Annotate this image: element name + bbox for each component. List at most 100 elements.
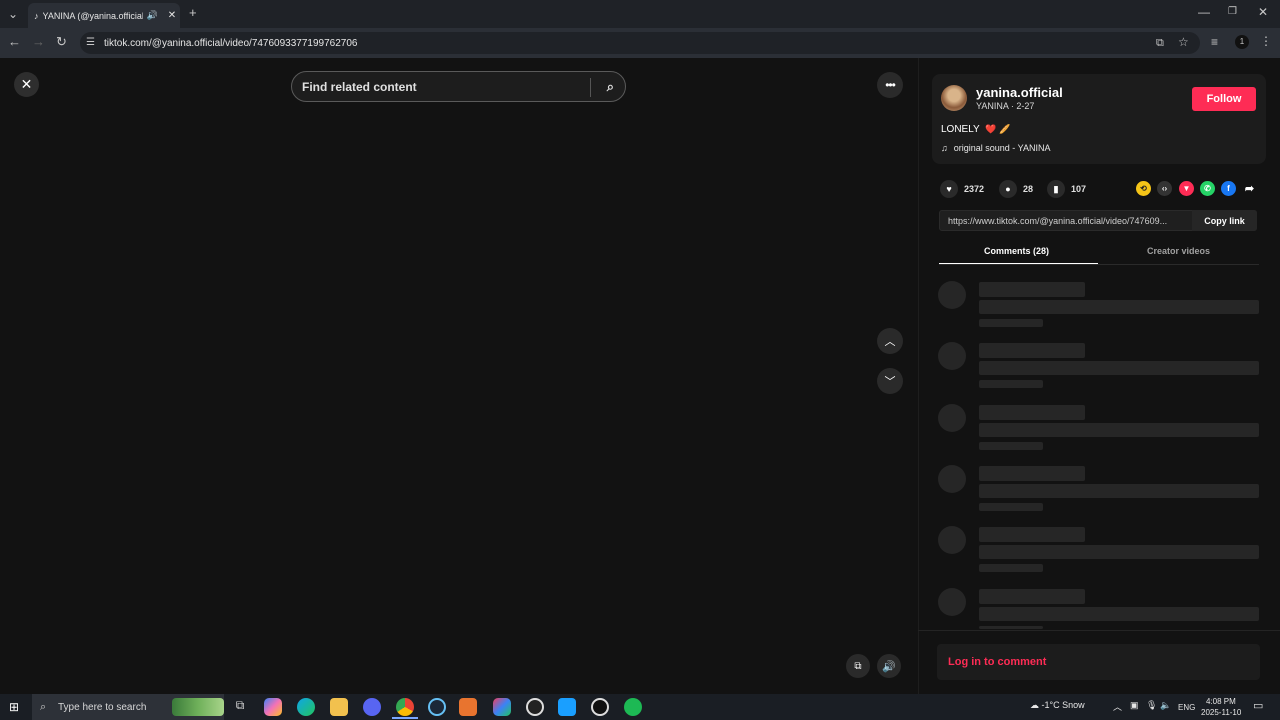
tab-audio-icon[interactable]: 🔊 — [147, 10, 158, 21]
previous-video-button[interactable]: ︿ — [877, 328, 903, 354]
tray-overflow-icon[interactable]: ︿ — [1113, 700, 1122, 713]
back-icon[interactable]: ← — [8, 35, 21, 48]
tab-close-icon[interactable]: ✕ — [168, 10, 176, 21]
close-icon: ✕ — [20, 76, 33, 92]
heart-icon[interactable]: ♥ — [940, 180, 958, 198]
steam-icon[interactable] — [428, 698, 446, 716]
login-to-comment-button[interactable]: Log in to comment — [937, 644, 1260, 680]
bookmark-star-icon[interactable]: ☆ — [1178, 36, 1189, 48]
post-date: 2-27 — [1016, 101, 1035, 111]
skeleton-avatar — [938, 465, 966, 493]
skeleton-line — [979, 527, 1085, 542]
install-app-icon[interactable]: ⧉ — [1156, 37, 1164, 49]
microphone-icon[interactable]: 🎙 — [1146, 700, 1157, 711]
skeleton-line — [979, 564, 1043, 572]
comment-icon[interactable]: ● — [999, 180, 1017, 198]
skeleton-line — [979, 484, 1259, 498]
send-to-friends-icon[interactable]: ▼ — [1179, 181, 1194, 196]
sound-link[interactable]: ♫ original sound - YANINA — [941, 143, 1050, 153]
file-explorer-icon[interactable] — [330, 698, 348, 716]
mini-player-button[interactable]: ⧉ — [846, 654, 870, 678]
notifications-icon[interactable]: ▭ — [1253, 699, 1263, 712]
orange-app-icon[interactable] — [459, 698, 477, 716]
task-view-icon[interactable]: ⧉ — [231, 698, 249, 716]
repost-icon[interactable]: ⟲ — [1136, 181, 1151, 196]
search-icon[interactable]: ⌕ — [607, 79, 614, 95]
share-arrow-icon[interactable]: ➦ — [1242, 181, 1257, 196]
facebook-icon[interactable]: f — [1221, 181, 1236, 196]
edge-icon[interactable] — [297, 698, 315, 716]
login-divider — [918, 630, 1280, 631]
discord-icon[interactable] — [363, 698, 381, 716]
clock-date[interactable]: 2025-11-10 — [1201, 708, 1241, 717]
weather-icon: ☁ — [1030, 700, 1039, 710]
search-highlight-icon[interactable] — [172, 698, 224, 716]
weather-text: -1°C Snow — [1041, 700, 1085, 710]
chevron-up-icon: ︿ — [884, 336, 896, 348]
windows-start-icon[interactable]: ⊞ — [9, 701, 19, 713]
speaker-icon[interactable]: 🔈 — [1160, 700, 1171, 711]
clock-time[interactable]: 4:08 PM — [1206, 697, 1236, 706]
skeleton-avatar — [938, 404, 966, 432]
tab-search-icon[interactable]: ⌄ — [8, 8, 18, 20]
skeleton-line — [979, 607, 1259, 621]
forward-icon[interactable]: → — [32, 35, 45, 48]
caption-text: LONELY — [941, 124, 980, 135]
skeleton-avatar — [938, 588, 966, 616]
profile-icon[interactable]: 1 — [1235, 35, 1249, 49]
address-bar[interactable]: ☰ tiktok.com/@yanina.official/video/7476… — [80, 32, 1200, 54]
tab-comments[interactable]: Comments (28) — [984, 246, 1049, 256]
tab-creator-videos[interactable]: Creator videos — [1147, 246, 1210, 256]
follow-button[interactable]: Follow — [1192, 87, 1256, 111]
video-caption: LONELY ❤️ 🥖 — [941, 124, 1010, 135]
reading-list-icon[interactable]: ≡ — [1211, 36, 1218, 48]
skeleton-line — [979, 380, 1043, 388]
weather-widget[interactable]: ☁ -1°C Snow — [1030, 700, 1085, 711]
minimize-icon[interactable]: — — [1198, 6, 1210, 18]
creator-subtitle: YANINA · 2-27 — [976, 101, 1034, 111]
copilot-icon[interactable] — [264, 698, 282, 716]
more-options-button[interactable]: ••• — [877, 72, 903, 98]
restore-icon[interactable]: ❐ — [1228, 6, 1237, 18]
language-indicator[interactable]: ENG — [1178, 703, 1195, 712]
copy-link-button[interactable]: Copy link — [1192, 210, 1257, 231]
embed-icon[interactable]: ‹› — [1157, 181, 1172, 196]
chrome-icon[interactable] — [396, 698, 414, 716]
search-input[interactable]: Find related content ⌕ — [291, 71, 626, 102]
whatsapp-icon[interactable]: ✆ — [1200, 181, 1215, 196]
reload-icon[interactable]: ↻ — [56, 35, 67, 48]
office-icon[interactable] — [493, 698, 511, 716]
site-info-icon[interactable]: ☰ — [86, 37, 95, 49]
skeleton-line — [979, 319, 1043, 327]
window-close-icon[interactable]: ✕ — [1258, 6, 1268, 18]
new-tab-icon[interactable]: + — [189, 6, 197, 19]
menu-icon[interactable]: ⋮ — [1260, 35, 1272, 47]
bookmark-icon[interactable]: ▮ — [1047, 180, 1065, 198]
skeleton-line — [979, 545, 1259, 559]
search-placeholder: Find related content — [302, 79, 417, 94]
media-player-icon[interactable] — [526, 698, 544, 716]
save-stat[interactable]: ▮ 107 — [1047, 180, 1086, 198]
avatar[interactable] — [941, 85, 967, 111]
tabs-divider — [939, 264, 1259, 265]
steam-alt-icon[interactable] — [558, 698, 576, 716]
close-video-button[interactable]: ✕ — [14, 72, 39, 97]
comment-stat[interactable]: ● 28 — [999, 180, 1033, 198]
skeleton-line — [979, 589, 1085, 604]
volume-button[interactable]: 🔊 — [877, 654, 901, 678]
skeleton-line — [979, 503, 1043, 511]
video-player[interactable] — [0, 58, 918, 694]
creator-display-name: YANINA — [976, 101, 1009, 111]
creator-username[interactable]: yanina.official — [976, 85, 1063, 100]
spotify-icon[interactable] — [624, 698, 642, 716]
music-note-icon: ♫ — [941, 143, 948, 153]
browser-tab[interactable]: ♪ YANINA (@yanina.official) | 🔊 ✕ — [28, 3, 180, 28]
clock-app-icon[interactable] — [591, 698, 609, 716]
skeleton-line — [979, 626, 1043, 629]
next-video-button[interactable]: ﹀ — [877, 368, 903, 394]
video-link-text: https://www.tiktok.com/@yanina.official/… — [948, 215, 1168, 226]
like-stat[interactable]: ♥ 2372 — [940, 180, 984, 198]
network-icon[interactable]: ▣ — [1130, 700, 1139, 711]
comment-count: 28 — [1023, 184, 1034, 194]
skeleton-line — [979, 442, 1043, 450]
